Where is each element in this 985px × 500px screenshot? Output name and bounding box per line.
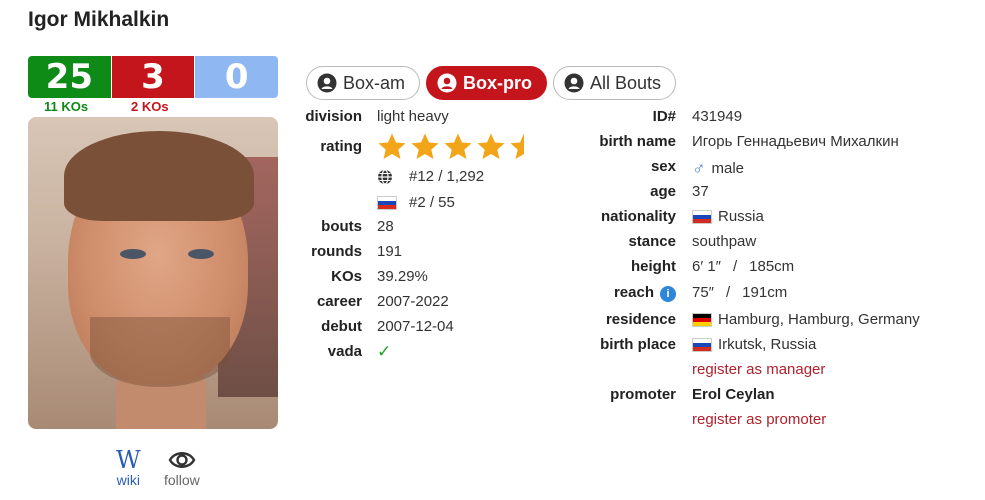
- id-value: 431949: [692, 108, 743, 125]
- career-value: 2007-2022: [377, 293, 449, 310]
- sex-text: male: [711, 160, 745, 177]
- height-value: 6′ 1″ / 185cm: [692, 258, 794, 275]
- career-label: career: [316, 293, 362, 310]
- tab-all-bouts-label: All Bouts: [590, 72, 662, 93]
- star-icon: [510, 133, 524, 159]
- star-icon: [378, 133, 406, 159]
- world-rank: #12 / 1,292: [409, 168, 485, 185]
- kos-value: 39.29%: [377, 268, 428, 285]
- rounds-label: rounds: [311, 243, 362, 260]
- national-rank-row[interactable]: #2 / 55: [377, 194, 455, 211]
- sex-value: ♂ male: [692, 158, 744, 179]
- tab-all-bouts[interactable]: All Bouts: [553, 66, 677, 100]
- stance-value: southpaw: [692, 233, 757, 250]
- height-metric: 185cm: [749, 258, 795, 275]
- losses-count: 3: [110, 56, 195, 98]
- birth-name-value: Игорь Геннадьевич Михалкин: [692, 133, 899, 150]
- rating-stars: [377, 132, 539, 162]
- germany-flag-icon: [692, 312, 712, 327]
- photo-beard: [90, 317, 230, 387]
- promoter-label: promoter: [610, 386, 676, 403]
- register-promoter-link[interactable]: register as promoter: [692, 411, 826, 428]
- rounds-value: 191: [377, 243, 403, 260]
- id-label: ID#: [652, 108, 676, 125]
- age-label: age: [650, 183, 676, 200]
- photo-eye-left: [120, 249, 146, 259]
- promoter-value[interactable]: Erol Ceylan: [692, 386, 775, 403]
- national-rank: #2 / 55: [409, 194, 455, 211]
- record-tabs: Box-am Box-pro All Bouts: [306, 66, 677, 100]
- kos-label: KOs: [331, 268, 362, 285]
- reach-label: reach: [613, 284, 654, 301]
- reach-imperial: 75″: [692, 284, 714, 301]
- eye-icon: [168, 452, 196, 468]
- rating-label: rating: [320, 138, 362, 155]
- reach-separator: /: [726, 284, 731, 301]
- birth-place-label: birth place: [600, 336, 676, 353]
- user-icon: [317, 73, 337, 93]
- wiki-link[interactable]: W wiki: [116, 448, 141, 488]
- age-value: 37: [692, 183, 709, 200]
- height-imperial: 6′ 1″: [692, 258, 721, 275]
- tab-box-pro[interactable]: Box-pro: [426, 66, 548, 100]
- tab-box-am[interactable]: Box-am: [306, 66, 421, 100]
- birth-name-label: birth name: [599, 133, 676, 150]
- record-bar: 25 3 0: [28, 56, 278, 98]
- male-icon: ♂: [692, 158, 706, 178]
- photo-eye-right: [188, 249, 214, 259]
- reach-value: 75″ / 191cm: [692, 284, 787, 301]
- follow-link[interactable]: follow: [164, 448, 200, 488]
- debut-label: debut: [321, 318, 362, 335]
- nationality-value[interactable]: Russia: [692, 208, 764, 225]
- sex-label: sex: [650, 158, 676, 175]
- height-label: height: [631, 258, 676, 275]
- wiki-label: wiki: [116, 472, 140, 488]
- boxer-photo: [28, 117, 278, 429]
- birth-place-text: Irkutsk, Russia: [718, 336, 817, 353]
- follow-label: follow: [164, 472, 200, 488]
- division-label: division: [305, 108, 362, 125]
- russia-flag-icon: [377, 195, 397, 210]
- nationality-label: nationality: [600, 208, 676, 225]
- debut-value: 2007-12-04: [377, 318, 454, 335]
- nationality-text: Russia: [718, 208, 764, 225]
- check-icon: ✓: [377, 342, 392, 361]
- register-manager-link[interactable]: register as manager: [692, 361, 825, 378]
- russia-flag-icon: [692, 337, 712, 352]
- draws-count: 0: [194, 56, 278, 98]
- birth-place-value[interactable]: Irkutsk, Russia: [692, 336, 816, 353]
- star-icon: [444, 133, 472, 159]
- user-icon: [564, 73, 584, 93]
- user-icon: [437, 73, 457, 93]
- height-separator: /: [732, 258, 738, 275]
- residence-text: Hamburg, Hamburg, Germany: [718, 311, 920, 328]
- residence-label: residence: [605, 311, 676, 328]
- loss-kos: 2 KOs: [131, 99, 169, 114]
- reach-metric: 191cm: [742, 284, 788, 301]
- star-icon: [411, 133, 439, 159]
- wins-count: 25: [28, 56, 111, 98]
- win-kos: 11 KOs: [44, 99, 89, 114]
- photo-hair: [64, 131, 254, 221]
- bouts-value: 28: [377, 218, 394, 235]
- stance-label: stance: [628, 233, 676, 250]
- world-rank-row[interactable]: #12 / 1,292: [377, 168, 484, 185]
- boxer-name: Igor Mikhalkin: [28, 8, 170, 31]
- division-value: light heavy: [377, 108, 449, 125]
- globe-icon: [378, 168, 392, 185]
- star-rating: [377, 132, 539, 162]
- residence-value[interactable]: Hamburg, Hamburg, Germany: [692, 311, 920, 328]
- russia-flag-icon: [692, 209, 712, 224]
- tab-box-pro-label: Box-pro: [463, 72, 533, 93]
- star-icon: [477, 133, 505, 159]
- reach-info-icon[interactable]: i: [654, 284, 676, 302]
- wikipedia-icon: W: [116, 446, 141, 474]
- vada-label: vada: [327, 343, 362, 360]
- bouts-label: bouts: [321, 218, 362, 235]
- tab-box-am-label: Box-am: [343, 72, 406, 93]
